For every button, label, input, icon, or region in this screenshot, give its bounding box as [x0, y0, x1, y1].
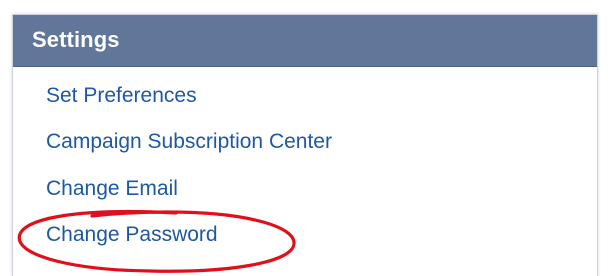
campaign-subscription-center-link[interactable]: Campaign Subscription Center	[46, 126, 332, 158]
change-email-link[interactable]: Change Email	[46, 173, 178, 205]
change-password-link[interactable]: Change Password	[46, 219, 218, 251]
settings-panel: Settings Set Preferences Campaign Subscr…	[12, 14, 598, 276]
settings-header: Settings	[13, 15, 597, 67]
set-preferences-link[interactable]: Set Preferences	[46, 80, 197, 112]
settings-title: Settings	[32, 27, 120, 52]
page: Settings Set Preferences Campaign Subscr…	[0, 0, 611, 276]
